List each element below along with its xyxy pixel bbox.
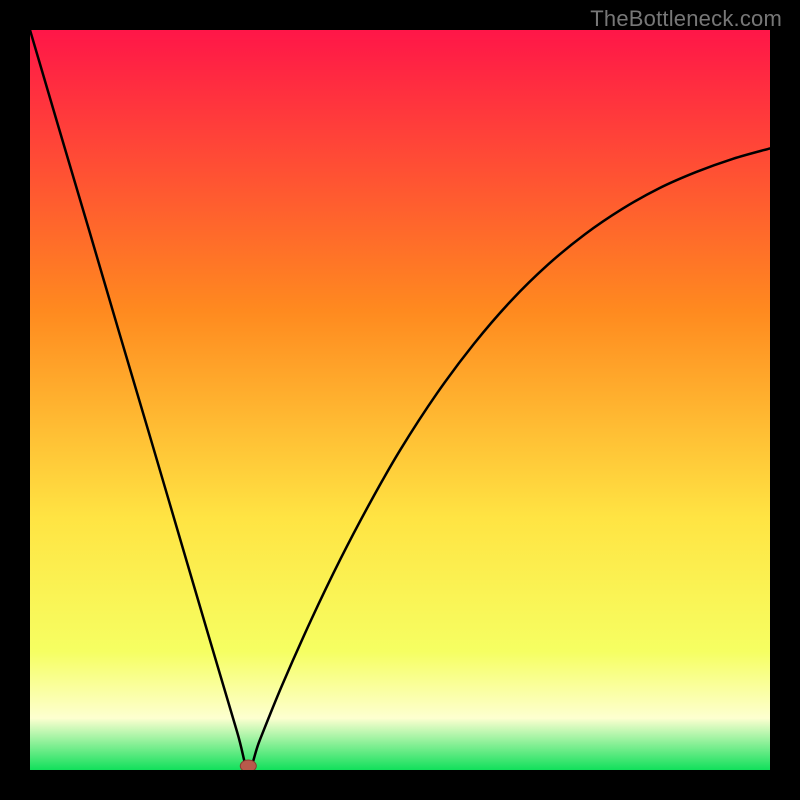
chart-canvas — [30, 30, 770, 770]
outer-frame: TheBottleneck.com — [0, 0, 800, 800]
watermark-text: TheBottleneck.com — [590, 6, 782, 32]
minimum-marker — [240, 760, 256, 770]
plot-area — [30, 30, 770, 770]
gradient-background — [30, 30, 770, 770]
